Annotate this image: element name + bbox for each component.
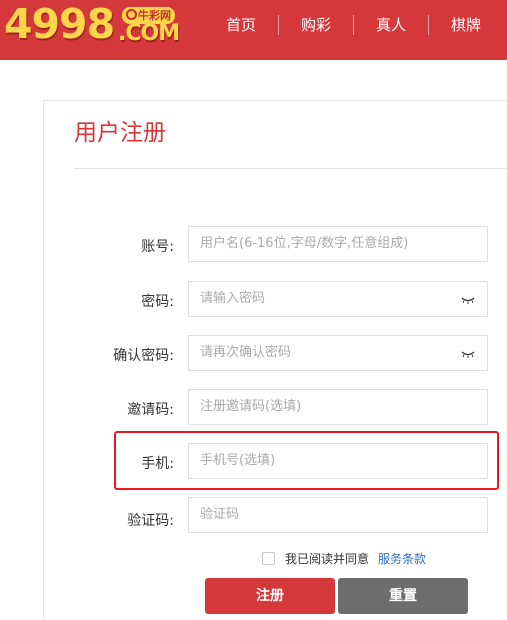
- main-nav: 首页 购彩 真人 棋牌: [204, 0, 503, 60]
- eye-closed-icon[interactable]: [461, 350, 475, 358]
- phone-input[interactable]: 手机号(选填): [188, 443, 488, 479]
- phone-label: 手机:: [141, 456, 174, 472]
- nav-item-live[interactable]: 真人: [354, 0, 428, 60]
- agreement-row: 我已阅读并同意 服务条款: [262, 549, 426, 567]
- register-button[interactable]: 注册: [205, 578, 335, 614]
- nav-item-cards[interactable]: 棋牌: [429, 0, 503, 60]
- username-input[interactable]: 用户名(6-16位,字母/数字,任意组成): [188, 226, 488, 262]
- invite-code-placeholder: 注册邀请码(选填): [200, 399, 302, 414]
- captcha-input[interactable]: 验证码: [188, 497, 488, 533]
- password-input[interactable]: 请输入密码: [188, 281, 488, 317]
- reset-button[interactable]: 重置: [338, 578, 468, 614]
- top-header: 4998 牛彩网 .COM 首页 购彩 真人 棋牌: [0, 0, 507, 60]
- password-label: 密码:: [141, 294, 174, 310]
- invite-code-input[interactable]: 注册邀请码(选填): [188, 389, 488, 425]
- title-divider: [74, 168, 507, 169]
- smile-icon: [126, 9, 137, 20]
- logo-com-text: .COM: [118, 21, 180, 46]
- username-label: 账号:: [141, 239, 174, 255]
- nav-item-lottery[interactable]: 购彩: [279, 0, 353, 60]
- logo-main-text: 4998: [4, 0, 115, 48]
- page-title: 用户注册: [74, 120, 166, 146]
- confirm-password-placeholder: 请再次确认密码: [200, 345, 292, 360]
- site-logo[interactable]: 4998 牛彩网 .COM: [4, 0, 194, 54]
- agree-text: 我已阅读并同意: [285, 551, 370, 566]
- invite-code-label: 邀请码:: [127, 402, 174, 418]
- username-placeholder: 用户名(6-16位,字母/数字,任意组成): [200, 236, 409, 251]
- agree-checkbox[interactable]: [262, 551, 275, 565]
- captcha-label: 验证码:: [127, 513, 174, 529]
- confirm-password-input[interactable]: 请再次确认密码: [188, 335, 488, 371]
- nav-item-home[interactable]: 首页: [204, 0, 278, 60]
- phone-placeholder: 手机号(选填): [200, 453, 276, 468]
- captcha-placeholder: 验证码: [200, 507, 240, 522]
- eye-closed-icon[interactable]: [461, 296, 475, 304]
- terms-link[interactable]: 服务条款: [378, 550, 426, 567]
- confirm-password-label: 确认密码:: [113, 348, 174, 364]
- password-placeholder: 请输入密码: [200, 291, 266, 306]
